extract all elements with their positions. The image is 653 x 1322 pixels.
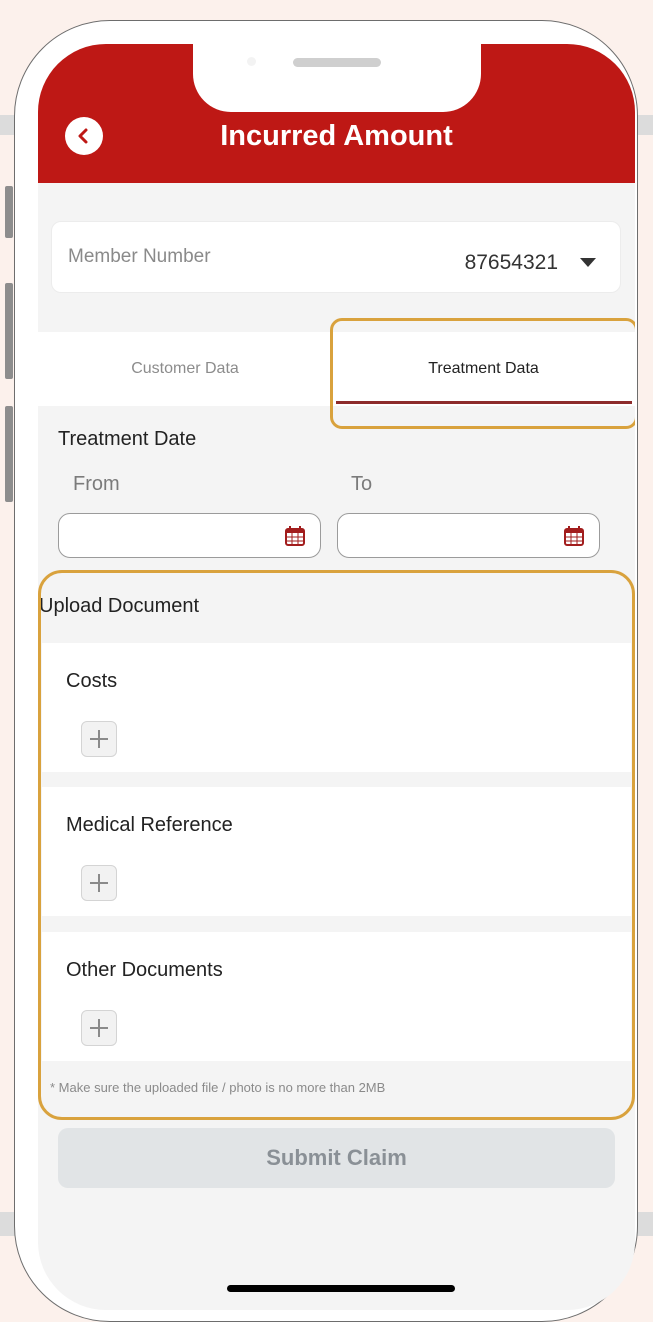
upload-section-costs: Costs — [42, 643, 631, 772]
chevron-down-icon — [580, 258, 596, 267]
phone-screen: Incurred Amount Member Number 87654321 C… — [38, 44, 635, 1310]
section-label: Costs — [66, 670, 118, 692]
upload-section-medical-reference: Medical Reference — [42, 787, 631, 916]
phone-notch — [193, 44, 481, 112]
treatment-date-label: Treatment Date — [58, 428, 197, 450]
speaker-grill — [293, 58, 381, 67]
page-title: Incurred Amount — [220, 120, 453, 152]
date-from-input[interactable] — [58, 513, 321, 558]
plus-icon[interactable] — [81, 865, 117, 901]
member-number-value: 87654321 — [464, 251, 558, 274]
upload-section-other-documents: Other Documents — [42, 932, 631, 1061]
upload-document-title: Upload Document — [39, 595, 200, 617]
calendar-icon[interactable] — [284, 525, 306, 547]
highlight-tab-box — [330, 318, 635, 429]
upload-size-note: * Make sure the uploaded file / photo is… — [50, 1080, 386, 1095]
to-label: To — [351, 473, 373, 495]
plus-icon[interactable] — [81, 721, 117, 757]
plus-icon[interactable] — [81, 1010, 117, 1046]
date-to-input[interactable] — [337, 513, 600, 558]
tab-customer-data[interactable]: Customer Data — [38, 332, 332, 406]
side-button-volume-up — [5, 283, 13, 379]
home-indicator — [227, 1285, 455, 1292]
side-button-silent — [5, 186, 13, 238]
camera-dot — [247, 57, 256, 66]
section-label: Other Documents — [66, 959, 223, 981]
from-label: From — [73, 473, 120, 495]
side-button-volume-down — [5, 406, 13, 502]
section-label: Medical Reference — [66, 814, 233, 836]
submit-claim-button[interactable]: Submit Claim — [58, 1128, 615, 1188]
member-number-select[interactable]: Member Number 87654321 — [51, 221, 621, 293]
calendar-icon[interactable] — [563, 525, 585, 547]
member-number-label: Member Number — [68, 246, 211, 267]
